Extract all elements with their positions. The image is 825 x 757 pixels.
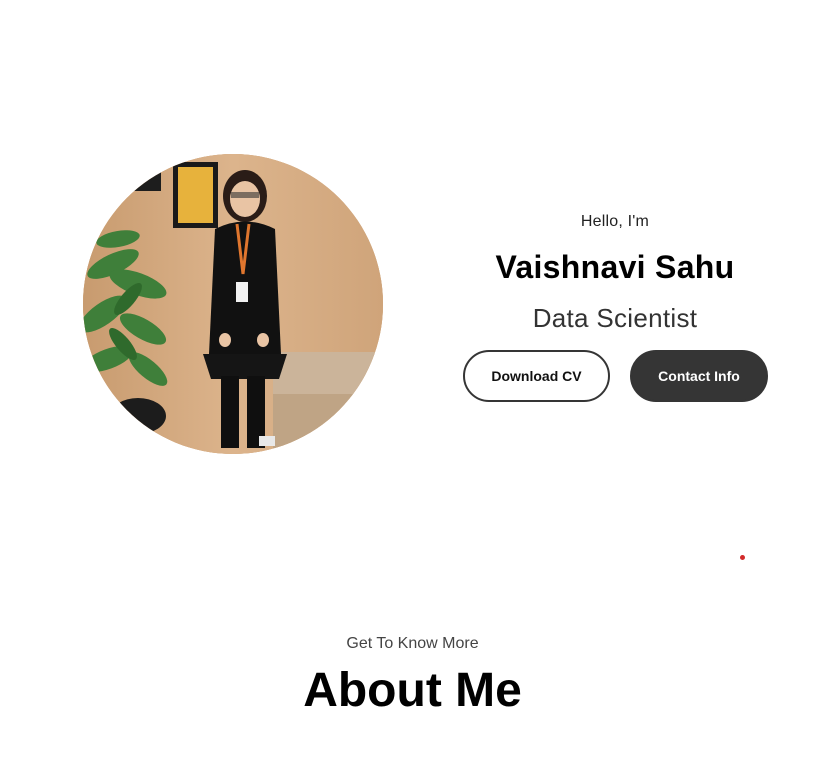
role-subtitle: Data Scientist — [532, 303, 698, 333]
about-subtitle: Get To Know More — [346, 635, 479, 652]
download-cv-button[interactable]: Download CV — [463, 350, 610, 402]
red-dot-indicator — [740, 555, 745, 560]
about-title: About Me — [303, 664, 522, 717]
greeting-text: Hello, I'm — [580, 213, 650, 230]
page: Hello, I'm Vaishnavi Sahu Data Scientist… — [0, 0, 825, 757]
profile-picture — [83, 154, 383, 454]
contact-info-button[interactable]: Contact Info — [630, 350, 768, 402]
name-heading: Vaishnavi Sahu — [495, 249, 735, 285]
